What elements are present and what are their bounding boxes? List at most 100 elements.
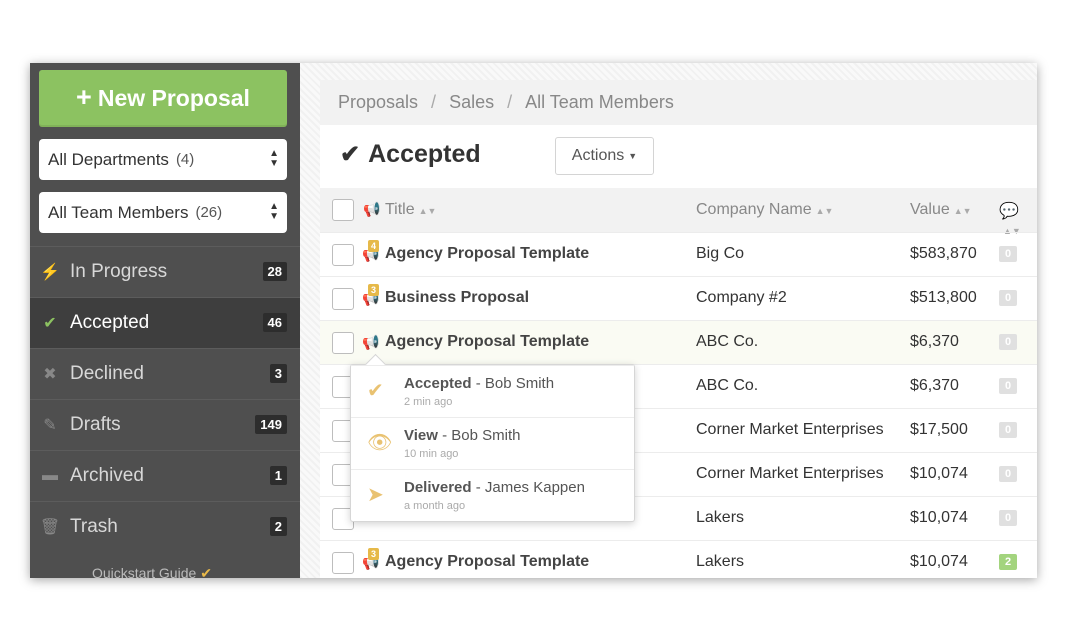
comment-count: 0 xyxy=(999,290,1018,306)
paper-plane-icon: ➤ xyxy=(367,484,384,506)
sidebar-item-declined[interactable]: ✖ Declined 3 xyxy=(30,348,300,399)
archive-icon: ▬ xyxy=(42,467,58,484)
company-name: Company #2 xyxy=(696,289,787,306)
proposal-value: $513,800 xyxy=(910,289,977,306)
comment-count: 0 xyxy=(999,334,1018,350)
company-name: ABC Co. xyxy=(696,377,759,394)
table-row[interactable]: 📢 4 Agency Proposal Template Big Co $583… xyxy=(320,232,1037,276)
column-header-company[interactable]: Company Name ▲▼ xyxy=(696,201,833,219)
activity-item: ➤ Delivered - James Kappen a month ago xyxy=(351,469,634,521)
plus-icon: + xyxy=(76,82,92,112)
company-name: Lakers xyxy=(696,509,745,526)
count-badge: 46 xyxy=(262,313,287,332)
sidebar-item-drafts[interactable]: ✎ Drafts 149 xyxy=(30,399,300,450)
comment-count: 2 xyxy=(999,554,1018,570)
proposal-value: $6,370 xyxy=(910,333,959,350)
actions-dropdown-button[interactable]: Actions ▼ xyxy=(555,137,654,175)
team-member-select-label: All Team Members xyxy=(48,202,189,222)
caret-down-icon: ▼ xyxy=(628,151,638,161)
proposal-title[interactable]: Agency Proposal Template xyxy=(385,333,589,351)
breadcrumb-proposals[interactable]: Proposals xyxy=(338,92,418,113)
team-member-select[interactable]: All Team Members (26) ▲ ▼ xyxy=(39,192,287,233)
company-name: Lakers xyxy=(696,553,745,570)
comment-count: 0 xyxy=(999,422,1018,438)
activity-time: 10 min ago xyxy=(404,448,459,460)
sidebar-item-accepted[interactable]: ✔ Accepted 46 xyxy=(30,297,300,348)
activity-person: - Bob Smith xyxy=(442,427,521,444)
notification-badge: 3 xyxy=(368,284,380,296)
column-header-company-label: Company Name xyxy=(696,201,812,218)
sort-icon: ▲▼ xyxy=(953,206,972,216)
company-name: ABC Co. xyxy=(696,333,759,350)
megaphone-icon: 📢 xyxy=(363,201,381,217)
sort-icon: ▲▼ xyxy=(418,206,437,216)
check-icon: ✔ xyxy=(340,141,361,168)
check-icon: ✔ xyxy=(367,380,384,402)
activity-item: 👁 View - Bob Smith 10 min ago xyxy=(351,417,634,469)
comment-count: 0 xyxy=(999,246,1018,262)
select-all-checkbox[interactable] xyxy=(332,199,354,221)
sidebar-item-label: Trash xyxy=(70,516,118,537)
select-arrows-icon: ▲ ▼ xyxy=(269,201,279,222)
department-count: (4) xyxy=(175,151,195,168)
proposal-title[interactable]: Agency Proposal Template xyxy=(385,245,589,263)
table-row[interactable]: 📢 3 Agency Proposal Template Lakers $10,… xyxy=(320,540,1037,578)
comment-count: 0 xyxy=(999,510,1018,526)
column-header-title[interactable]: Title ▲▼ xyxy=(385,201,436,219)
sidebar-item-archived[interactable]: ▬ Archived 1 xyxy=(30,450,300,501)
row-checkbox[interactable] xyxy=(332,244,354,266)
activity-time: 2 min ago xyxy=(404,396,453,408)
proposal-value: $17,500 xyxy=(910,421,968,438)
activity-person: - James Kappen xyxy=(475,479,585,496)
page-title-text: Accepted xyxy=(368,140,481,168)
megaphone-icon[interactable]: 📢 xyxy=(362,334,379,351)
department-select[interactable]: All Departments (4) ▲ ▼ xyxy=(39,139,287,180)
sidebar-item-label: Drafts xyxy=(70,414,121,435)
sidebar-item-label: Archived xyxy=(70,465,144,486)
count-badge: 2 xyxy=(269,517,287,536)
activity-time: a month ago xyxy=(404,500,466,512)
column-header-value[interactable]: Value ▲▼ xyxy=(910,201,972,219)
row-checkbox[interactable] xyxy=(332,552,354,574)
status-nav: ⚡ In Progress 28 ✔ Accepted 46 ✖ Decline… xyxy=(30,246,300,552)
row-checkbox[interactable] xyxy=(332,332,354,354)
company-name: Corner Market Enterprises xyxy=(696,465,884,482)
eye-icon: 👁 xyxy=(367,432,393,454)
comment-count: 0 xyxy=(999,378,1018,394)
select-arrows-icon: ▲ ▼ xyxy=(269,148,279,169)
pencil-icon: ✎ xyxy=(43,417,57,434)
activity-item: ✔ Accepted - Bob Smith 2 min ago xyxy=(351,365,634,417)
notification-badge: 4 xyxy=(368,240,380,252)
table-row[interactable]: 📢 Agency Proposal Template ABC Co. $6,37… xyxy=(320,320,1037,364)
new-proposal-label: New Proposal xyxy=(97,85,250,111)
proposal-title[interactable]: Agency Proposal Template xyxy=(385,553,589,571)
count-badge: 28 xyxy=(262,262,287,281)
proposal-value: $10,074 xyxy=(910,553,968,570)
activity-text: View - Bob Smith xyxy=(404,427,520,444)
department-select-label: All Departments xyxy=(48,149,169,169)
breadcrumb-separator: / xyxy=(507,92,513,112)
activity-text: Delivered - James Kappen xyxy=(404,479,585,496)
row-checkbox[interactable] xyxy=(332,288,354,310)
sidebar-item-in-progress[interactable]: ⚡ In Progress 28 xyxy=(30,246,300,297)
breadcrumb-sales[interactable]: Sales xyxy=(449,92,494,113)
proposal-title[interactable]: Business Proposal xyxy=(385,289,529,307)
bolt-icon: ⚡ xyxy=(40,264,60,281)
breadcrumb-team-members[interactable]: All Team Members xyxy=(525,92,674,113)
new-proposal-button[interactable]: + New Proposal xyxy=(39,70,287,127)
sidebar-item-label: Declined xyxy=(70,363,144,384)
sidebar-item-trash[interactable]: 🗑 Trash 2 xyxy=(30,501,300,552)
proposal-value: $10,074 xyxy=(910,509,968,526)
sidebar-item-label: In Progress xyxy=(70,261,168,282)
count-badge: 3 xyxy=(269,364,287,383)
x-icon: ✖ xyxy=(43,366,57,383)
quickstart-guide-link[interactable]: Quickstart Guide ✔ xyxy=(92,565,212,578)
activity-person: - Bob Smith xyxy=(475,375,555,392)
team-member-count: (26) xyxy=(195,204,223,221)
sidebar: + New Proposal All Departments (4) ▲ ▼ Al… xyxy=(30,63,300,578)
activity-status: Accepted xyxy=(404,375,472,392)
check-icon: ✔ xyxy=(200,565,212,578)
quickstart-label: Quickstart Guide xyxy=(92,565,197,578)
comment-icon: 💬 xyxy=(999,203,1019,220)
table-row[interactable]: 📢 3 Business Proposal Company #2 $513,80… xyxy=(320,276,1037,320)
